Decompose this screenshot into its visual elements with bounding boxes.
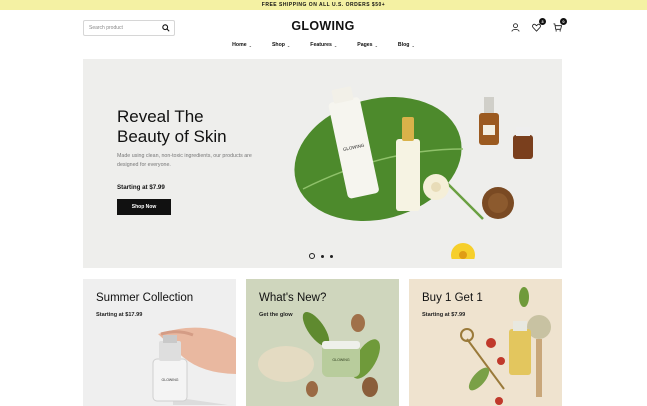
- nav-label[interactable]: Blog: [398, 42, 410, 48]
- carousel-dot[interactable]: [321, 254, 324, 258]
- announcement-text: FREE SHIPPING ON ALL U.S. ORDERS $50+: [261, 2, 386, 8]
- search-placeholder[interactable]: Search product: [89, 25, 158, 31]
- hero-price: Starting at $7.99: [117, 184, 165, 191]
- card-text: Starting at $17.99: [96, 312, 143, 318]
- header-actions: 3 0: [510, 18, 567, 33]
- account-icon[interactable]: [510, 22, 521, 33]
- cart-icon[interactable]: 0: [552, 18, 567, 33]
- wishlist-count-badge: 3: [539, 18, 546, 25]
- product-label: GLOWING: [332, 358, 350, 362]
- nav-item-blog[interactable]: Blog ⌄: [398, 42, 415, 48]
- announcement-bar: FREE SHIPPING ON ALL U.S. ORDERS $50+: [0, 0, 647, 10]
- site-logo[interactable]: GLOWING: [273, 19, 373, 33]
- card-title: Summer Collection: [96, 292, 194, 304]
- chevron-down-icon: ⌄: [248, 42, 252, 48]
- search-icon[interactable]: [158, 21, 174, 35]
- carousel-dot[interactable]: [330, 254, 333, 258]
- cart-count-badge: 0: [560, 18, 567, 25]
- carousel-dot[interactable]: [309, 253, 315, 259]
- nav-item-shop[interactable]: Shop ⌄: [272, 42, 290, 48]
- nav-label[interactable]: Pages: [357, 42, 372, 48]
- chevron-down-icon: ⌄: [286, 42, 291, 48]
- nav-label[interactable]: Shop: [272, 42, 285, 48]
- card-text: Starting at $7.99: [422, 312, 466, 318]
- carousel-dots: [309, 253, 333, 259]
- main-nav: Home ⌄ Shop ⌄ Features ⌄ Pages ⌄ Blog ⌄: [0, 42, 647, 48]
- promo-card-summer[interactable]: GLOWING Summer Collection Starting at $1…: [83, 279, 236, 406]
- nav-item-pages[interactable]: Pages ⌄: [357, 42, 378, 48]
- promo-card-whats-new[interactable]: GLOWING What's New? Get the glow: [246, 279, 399, 406]
- promo-card-buy-one[interactable]: Buy 1 Get 1 Starting at $7.99: [409, 279, 562, 406]
- shop-now-button[interactable]: Shop Now: [117, 199, 171, 215]
- wishlist-icon[interactable]: 3: [531, 18, 546, 33]
- hero-product-image: GLOWING: [294, 86, 533, 259]
- chevron-down-icon: ⌄: [374, 42, 378, 48]
- nav-item-home[interactable]: Home ⌄: [232, 42, 252, 48]
- hero-banner: Reveal The Beauty of Skin Made using cle…: [83, 59, 562, 268]
- search-input[interactable]: Search product: [83, 20, 175, 36]
- hero-subtitle: Made using clean, non-toxic ingredients,…: [117, 153, 252, 168]
- nav-item-features[interactable]: Features ⌄: [310, 42, 337, 48]
- card-title: What's New?: [259, 292, 327, 304]
- card-title: Buy 1 Get 1: [422, 292, 483, 304]
- chevron-down-icon: ⌄: [333, 42, 338, 48]
- hero-title: Reveal The Beauty of Skin: [117, 107, 227, 146]
- product-label: GLOWING: [162, 378, 179, 382]
- chevron-down-icon: ⌄: [411, 42, 415, 48]
- nav-label[interactable]: Features: [310, 42, 332, 48]
- nav-label[interactable]: Home: [232, 42, 246, 48]
- card-text: Get the glow: [259, 312, 293, 318]
